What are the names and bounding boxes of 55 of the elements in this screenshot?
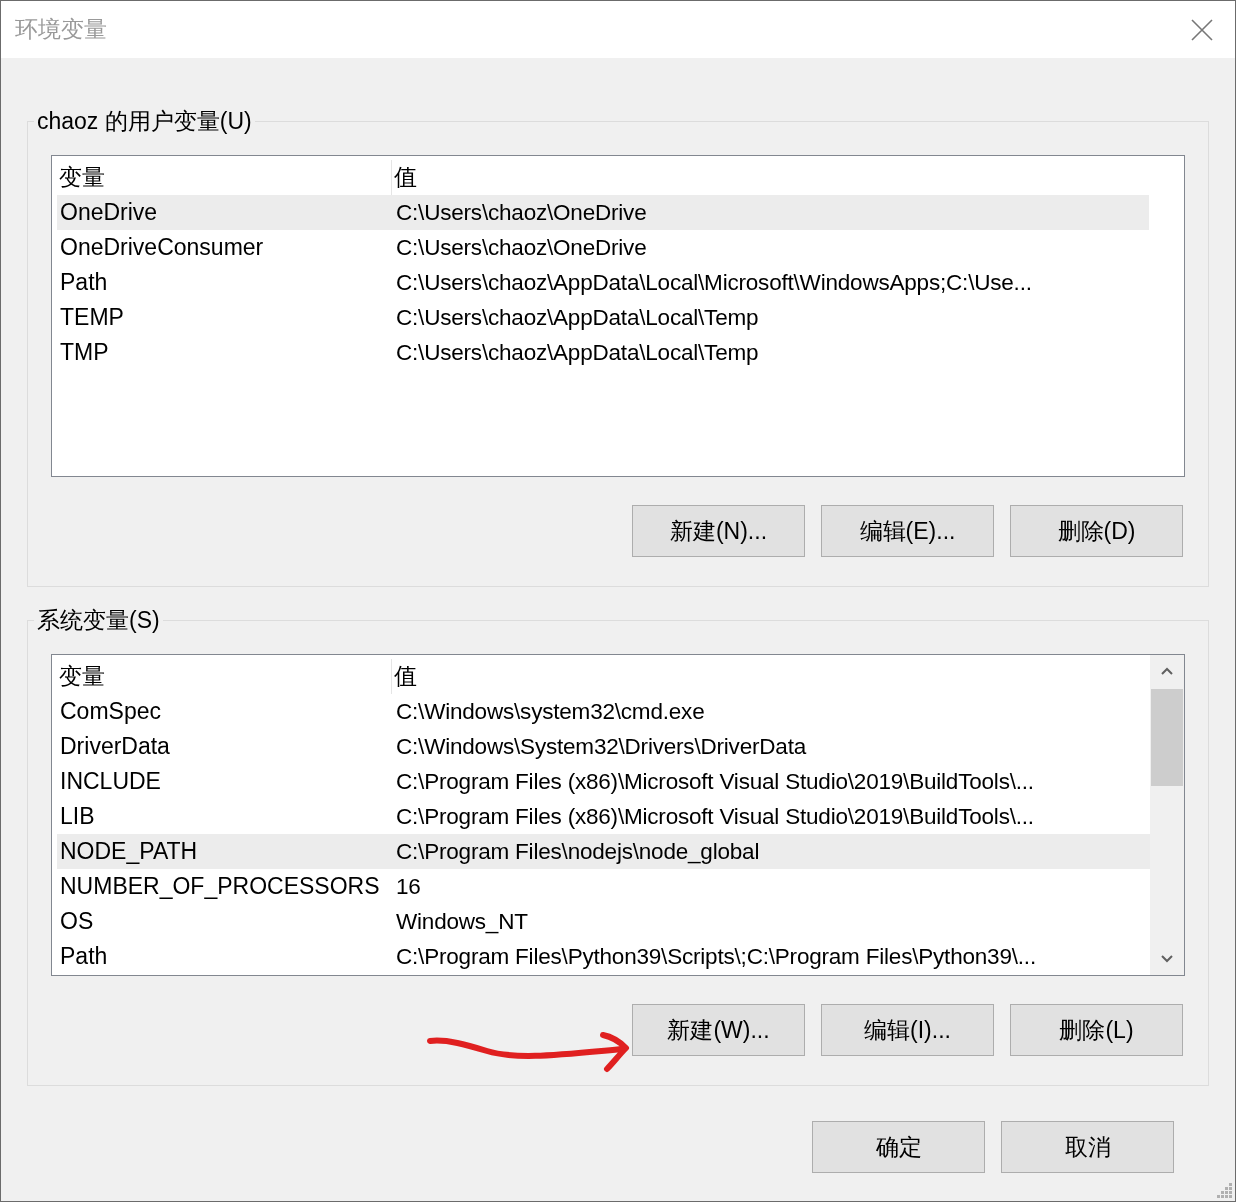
variable-value: C:\Users\chaoz\AppData\Local\Temp — [396, 303, 760, 332]
variable-name: Path — [59, 268, 109, 298]
variable-name: Path — [59, 942, 109, 972]
variable-value: C:\Users\chaoz\AppData\Local\Temp — [396, 338, 760, 367]
variable-value: C:\Windows\system32\cmd.exe — [396, 697, 706, 726]
variable-name: ComSpec — [59, 697, 162, 727]
button[interactable]: 确定 — [812, 1121, 985, 1173]
variable-value: C:\Windows\System32\Drivers\DriverData — [396, 732, 808, 761]
variable-name: OneDriveConsumer — [59, 233, 265, 263]
scrollbar[interactable] — [1150, 655, 1184, 975]
column-header[interactable]: 值 — [392, 160, 1149, 195]
variable-value: C:\Program Files\Python39\Scripts\;C:\Program Files\Python39\... — [396, 942, 1037, 971]
list-row[interactable]: OneDriveConsumer C:\Users\chaoz\OneDrive — [57, 230, 1149, 265]
button[interactable]: 取消 — [1001, 1121, 1174, 1173]
list-row[interactable]: TEMP C:\Users\chaoz\AppData\Local\Temp — [57, 300, 1149, 335]
variable-name: NUMBER_OF_PROCESSORS — [59, 872, 381, 902]
list-row[interactable]: NUMBER_OF_PROCESSORS 16 — [57, 869, 1150, 904]
variable-value: C:\Program Files\nodejs\node_global — [396, 837, 761, 866]
button[interactable]: 编辑(I)... — [821, 1004, 994, 1056]
scrollbar-thumb[interactable] — [1151, 689, 1183, 786]
list-row[interactable]: OneDrive C:\Users\chaoz\OneDrive — [57, 195, 1149, 230]
button[interactable]: 新建(W)... — [632, 1004, 805, 1056]
resize-grip-icon[interactable] — [1215, 1181, 1233, 1199]
variable-value: C:\Users\chaoz\OneDrive — [396, 233, 648, 262]
list-row[interactable]: TMP C:\Users\chaoz\AppData\Local\Temp — [57, 335, 1149, 370]
variable-name: INCLUDE — [59, 767, 162, 797]
variable-name: OneDrive — [59, 198, 159, 228]
close-icon[interactable] — [1191, 18, 1213, 41]
button[interactable]: 编辑(E)... — [821, 505, 994, 557]
variable-name: TEMP — [59, 303, 125, 333]
list-row[interactable]: Path C:\Users\chaoz\AppData\Local\Microsoft\WindowsApps;C:\Use... — [57, 265, 1149, 300]
list-row[interactable]: NODE_PATH C:\Program Files\nodejs\node_global — [57, 834, 1150, 869]
window-title: 环境变量 — [15, 15, 107, 45]
button[interactable]: 删除(D) — [1010, 505, 1183, 557]
button[interactable]: 删除(L) — [1010, 1004, 1183, 1056]
button[interactable]: 新建(N)... — [632, 505, 805, 557]
list-row[interactable]: INCLUDE C:\Program Files (x86)\Microsoft Visual Studio\2019\BuildTools\... — [57, 764, 1150, 799]
column-header[interactable]: 值 — [392, 659, 1150, 694]
variable-value: C:\Program Files (x86)\Microsoft Visual Studio\2019\BuildTools\... — [396, 802, 1035, 831]
variable-name: OS — [59, 907, 95, 937]
variable-value: C:\Users\chaoz\AppData\Local\Microsoft\WindowsApps;C:\Use... — [396, 268, 1033, 297]
variable-value: C:\Users\chaoz\OneDrive — [396, 198, 648, 227]
variable-value: C:\Program Files (x86)\Microsoft Visual Studio\2019\BuildTools\... — [396, 767, 1035, 796]
list-row[interactable]: DriverData C:\Windows\System32\Drivers\DriverData — [57, 729, 1150, 764]
variable-name: DriverData — [59, 732, 171, 762]
list-row[interactable]: ComSpec C:\Windows\system32\cmd.exe — [57, 694, 1150, 729]
variable-name: TMP — [59, 338, 110, 368]
list-row[interactable]: OS Windows_NT — [57, 904, 1150, 939]
variable-value: 16 — [396, 872, 422, 901]
variable-name: LIB — [59, 802, 96, 832]
column-header[interactable]: 变量 — [57, 659, 392, 694]
list-row[interactable]: Path C:\Program Files\Python39\Scripts\;C:\Program Files\Python39\... — [57, 939, 1150, 974]
variable-name: NODE_PATH — [59, 837, 199, 867]
list-row[interactable]: LIB C:\Program Files (x86)\Microsoft Visual Studio\2019\BuildTools\... — [57, 799, 1150, 834]
variable-value: Windows_NT — [396, 907, 529, 936]
